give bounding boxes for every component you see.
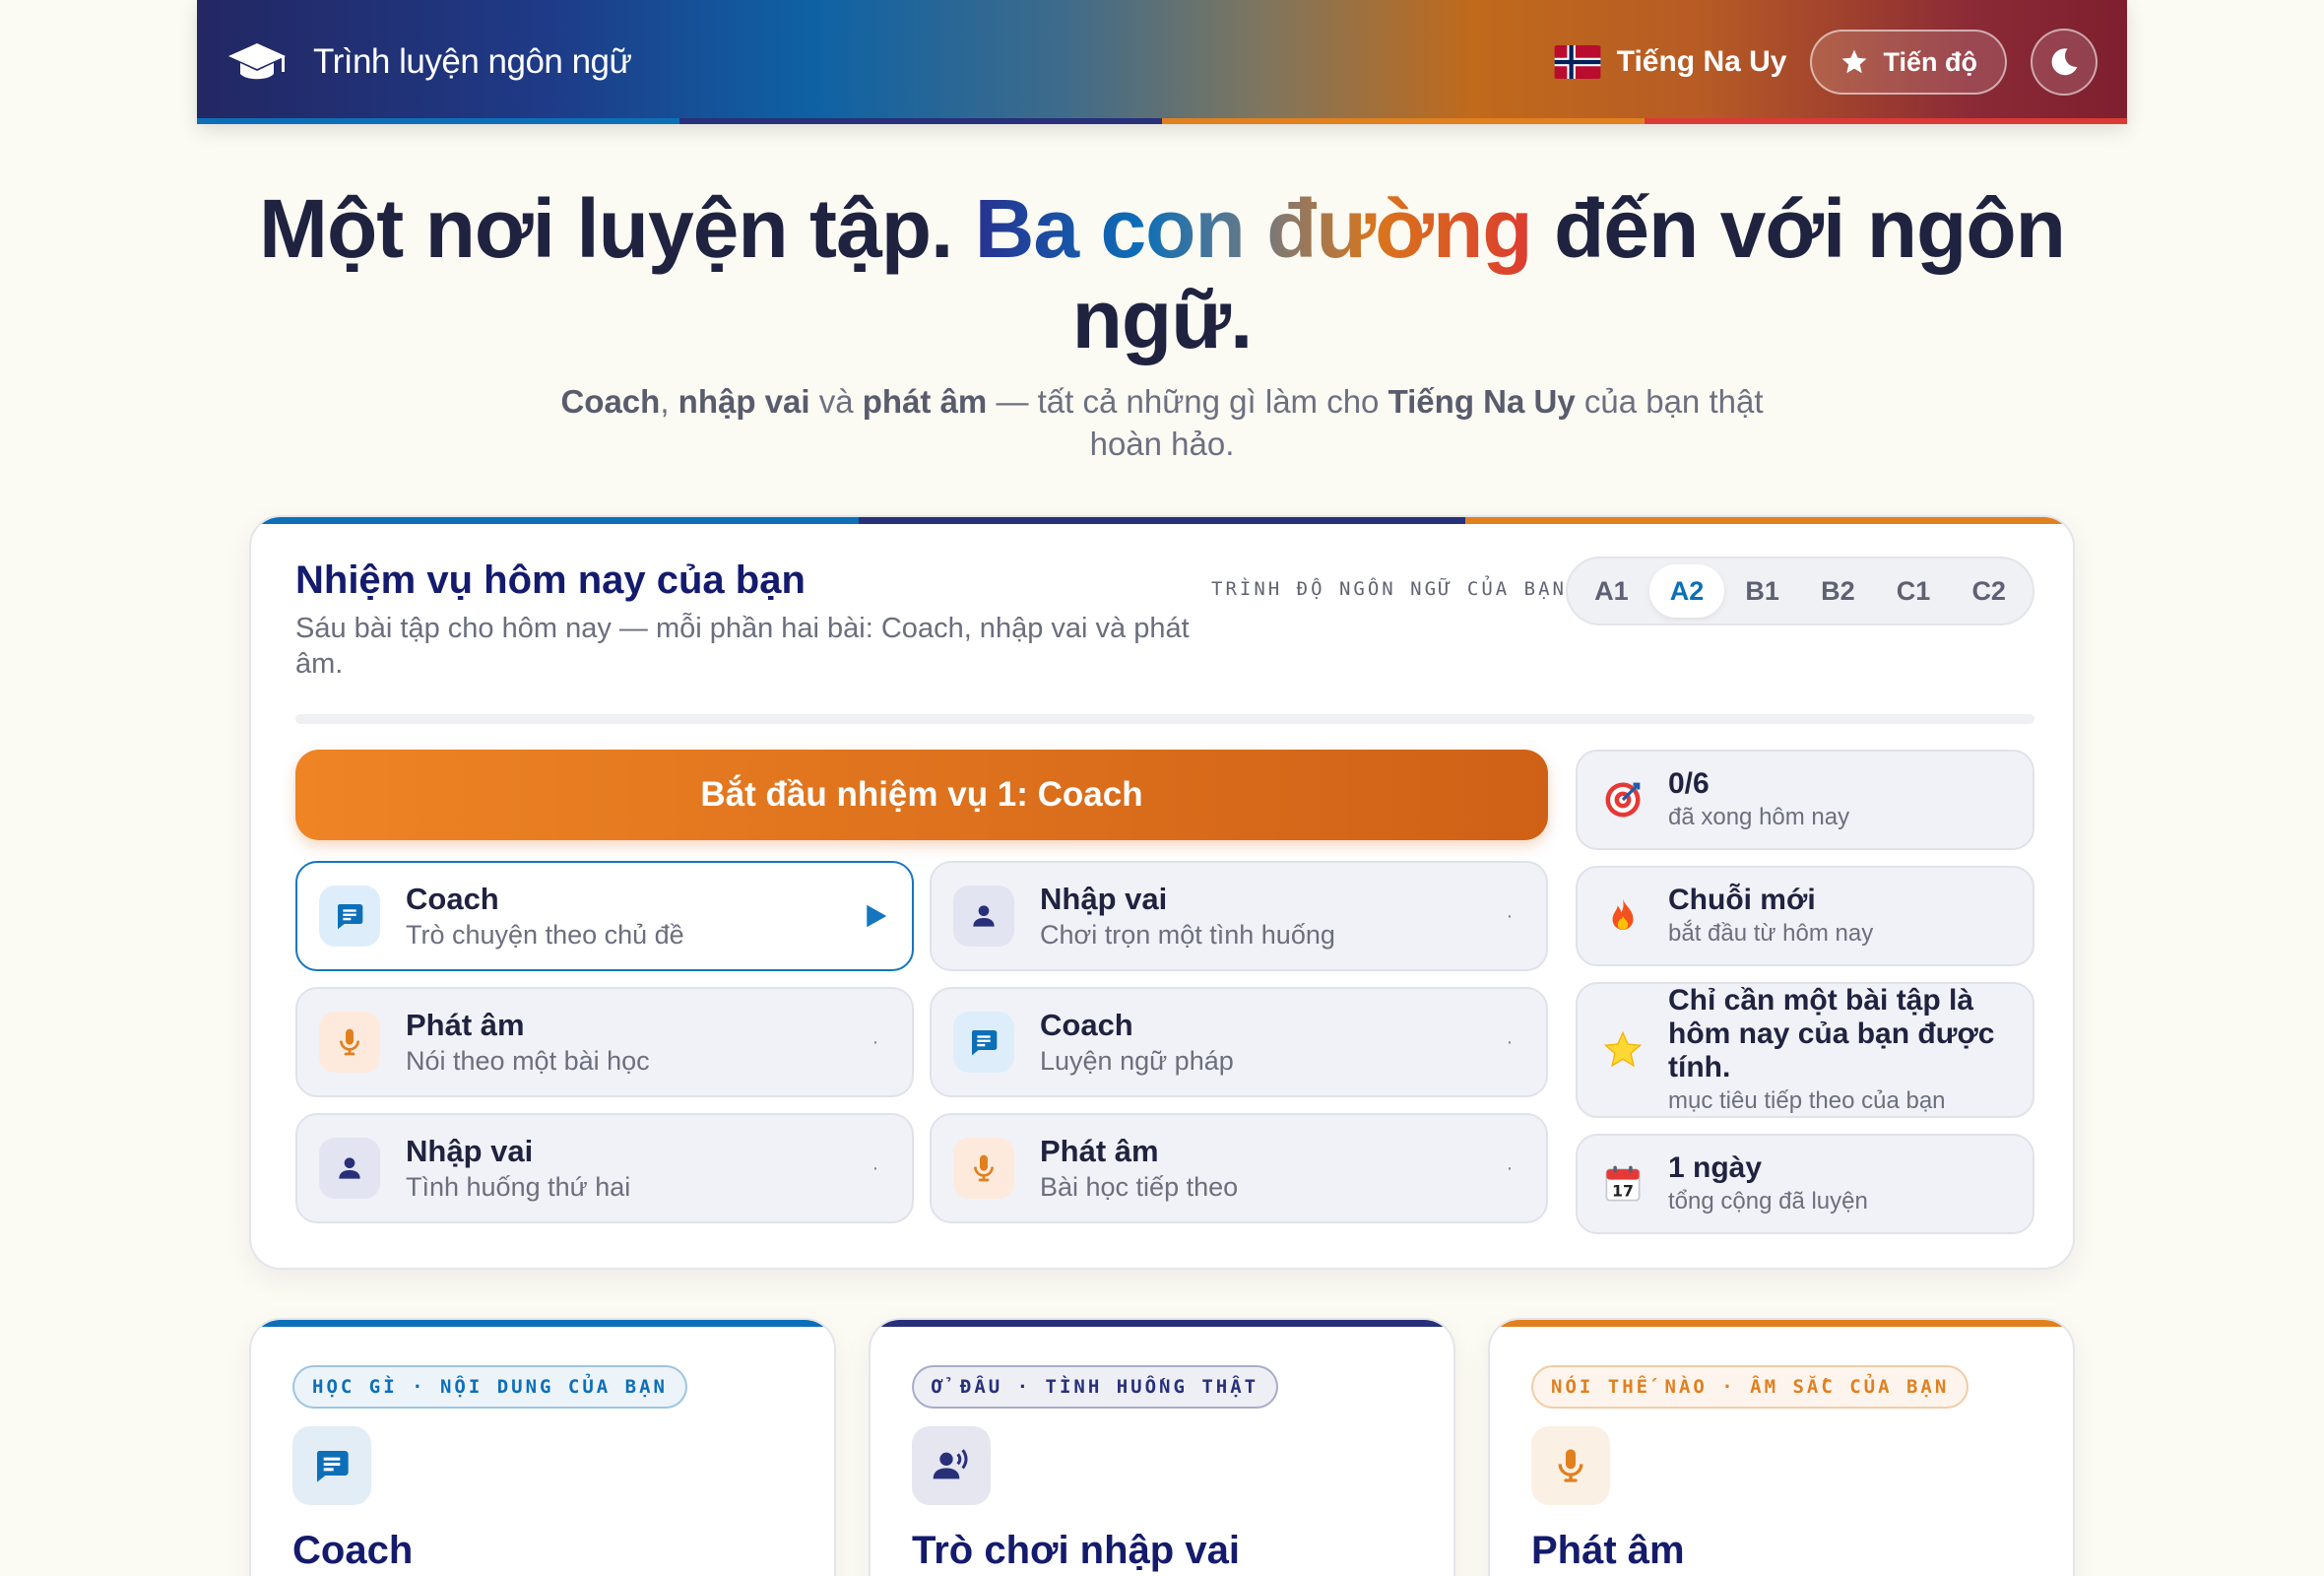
feature-card-1[interactable]: HỌC GÌ · NỘI DUNG CỦA BẠN Coach	[249, 1318, 836, 1576]
mission-task-6[interactable]: Phát âm Bài học tiếp theo ·	[930, 1113, 1548, 1223]
speaking-person-icon	[912, 1426, 991, 1505]
stat-value: 1 ngày	[1668, 1151, 1763, 1184]
level-selector: A1 A2 B1 B2 C1 C2	[1566, 557, 2034, 625]
stat-value: 0/6	[1668, 767, 1710, 800]
app-header: Trình luyện ngôn ngữ Tiếng Na Uy Tiến độ	[197, 0, 2127, 124]
mission-task-4[interactable]: Coach Luyện ngữ pháp ·	[930, 987, 1548, 1097]
feature-title: Trò chơi nhập vai	[912, 1529, 1240, 1572]
mission-progress-bar	[295, 714, 2034, 724]
chat-icon	[319, 886, 380, 947]
level-label: TRÌNH ĐỘ NGÔN NGỮ CỦA BẠN	[1211, 578, 1567, 600]
star-icon	[1601, 1028, 1645, 1072]
stat-label: đã xong hôm nay	[1668, 804, 1850, 830]
microphone-icon	[1531, 1426, 1610, 1505]
graduation-cap-icon	[226, 40, 288, 84]
progress-label: Tiến độ	[1883, 46, 1977, 77]
stat-label: bắt đầu từ hôm nay	[1668, 920, 1874, 947]
task-subtitle: Chơi trọn một tình huống	[1040, 919, 1335, 950]
level-option-b1[interactable]: B1	[1724, 564, 1800, 618]
task-title: Nhập vai	[1040, 881, 1168, 916]
pending-dot: ·	[872, 1156, 879, 1179]
stat-label: tổng cộng đã luyện	[1668, 1188, 1868, 1215]
theme-toggle-button[interactable]	[2031, 29, 2098, 96]
task-title: Phát âm	[1040, 1133, 1159, 1168]
brand[interactable]: Trình luyện ngôn ngữ	[226, 40, 632, 84]
stat-label: mục tiêu tiếp theo của bạn	[1668, 1087, 1946, 1114]
task-subtitle: Bài học tiếp theo	[1040, 1171, 1239, 1202]
task-subtitle: Nói theo một bài học	[406, 1045, 650, 1076]
stat-card-3: Chỉ cần một bài tập là hôm nay của bạn đ…	[1576, 982, 2034, 1118]
mission-description: Sáu bài tập cho hôm nay — mỗi phần hai b…	[295, 613, 1190, 680]
level-option-b2[interactable]: B2	[1800, 564, 1876, 618]
level-option-c2[interactable]: C2	[1951, 564, 2027, 618]
target-icon	[1601, 778, 1645, 821]
app-title: Trình luyện ngôn ngữ	[313, 42, 632, 81]
play-icon	[861, 901, 890, 931]
level-option-c1[interactable]: C1	[1876, 564, 1952, 618]
pending-dot: ·	[1506, 904, 1514, 927]
feature-card-3[interactable]: NÓI THẾ NÀO · ÂM SẮC CỦA BẠN Phát âm	[1488, 1318, 2075, 1576]
mission-title: Nhiệm vụ hôm nay của bạn	[295, 558, 806, 602]
pending-dot: ·	[872, 1030, 879, 1053]
feature-card-2[interactable]: Ở ĐÂU · TÌNH HUỐNG THẬT Trò chơi nhập va…	[869, 1318, 1455, 1576]
chat-icon	[292, 1426, 371, 1505]
mission-task-2[interactable]: Nhập vai Chơi trọn một tình huống ·	[930, 861, 1548, 971]
feature-title: Phát âm	[1531, 1529, 1685, 1572]
task-title: Coach	[406, 881, 499, 916]
language-label: Tiếng Na Uy	[1616, 45, 1787, 78]
stat-card-4: 17 1 ngày tổng cộng đã luyện	[1576, 1134, 2034, 1234]
task-subtitle: Tình huống thứ hai	[406, 1171, 631, 1202]
mission-task-1[interactable]: Coach Trò chuyện theo chủ đề	[295, 861, 914, 971]
microphone-icon	[953, 1138, 1014, 1199]
feature-title: Coach	[292, 1529, 414, 1572]
fire-icon	[1601, 894, 1645, 938]
task-title: Nhập vai	[406, 1133, 534, 1168]
person-icon	[319, 1138, 380, 1199]
stat-card-1: 0/6 đã xong hôm nay	[1576, 750, 2034, 850]
feature-tag: Ở ĐÂU · TÌNH HUỐNG THẬT	[912, 1365, 1279, 1409]
task-title: Phát âm	[406, 1007, 525, 1042]
feature-tag: NÓI THẾ NÀO · ÂM SẮC CỦA BẠN	[1531, 1365, 1969, 1409]
pending-dot: ·	[1506, 1030, 1514, 1053]
language-selector[interactable]: Tiếng Na Uy	[1554, 45, 1787, 79]
microphone-icon	[319, 1012, 380, 1073]
start-mission-button[interactable]: Bắt đầu nhiệm vụ 1: Coach	[295, 750, 1548, 840]
level-option-a1[interactable]: A1	[1574, 564, 1649, 618]
task-subtitle: Luyện ngữ pháp	[1040, 1045, 1234, 1076]
header-stripe	[197, 118, 2127, 124]
svg-text:17: 17	[1612, 1182, 1634, 1201]
task-subtitle: Trò chuyện theo chủ đề	[406, 919, 684, 950]
stat-card-2: Chuỗi mới bắt đầu từ hôm nay	[1576, 866, 2034, 966]
level-option-a2[interactable]: A2	[1648, 564, 1725, 618]
norway-flag-icon	[1554, 45, 1601, 79]
stat-value: Chuỗi mới	[1668, 884, 1816, 916]
progress-button[interactable]: Tiến độ	[1810, 30, 2007, 95]
mission-task-3[interactable]: Phát âm Nói theo một bài học ·	[295, 987, 914, 1097]
feature-tag: HỌC GÌ · NỘI DUNG CỦA BẠN	[292, 1365, 687, 1409]
daily-mission-card: Nhiệm vụ hôm nay của bạn Sáu bài tập cho…	[249, 515, 2075, 1270]
pending-dot: ·	[1506, 1156, 1514, 1179]
moon-icon	[2047, 45, 2081, 79]
star-icon	[1840, 47, 1869, 77]
mission-task-5[interactable]: Nhập vai Tình huống thứ hai ·	[295, 1113, 914, 1223]
person-icon	[953, 886, 1014, 947]
stat-value: Chỉ cần một bài tập là hôm nay của bạn đ…	[1668, 984, 1995, 1084]
calendar-icon: 17	[1601, 1162, 1645, 1206]
hero-title: Một nơi luyện tập. Ba con đường đến với …	[259, 182, 2066, 365]
task-title: Coach	[1040, 1007, 1133, 1042]
hero-subtitle: Coach, nhập vai và phát âm — tất cả nhữn…	[560, 383, 1764, 462]
chat-icon	[953, 1012, 1014, 1073]
